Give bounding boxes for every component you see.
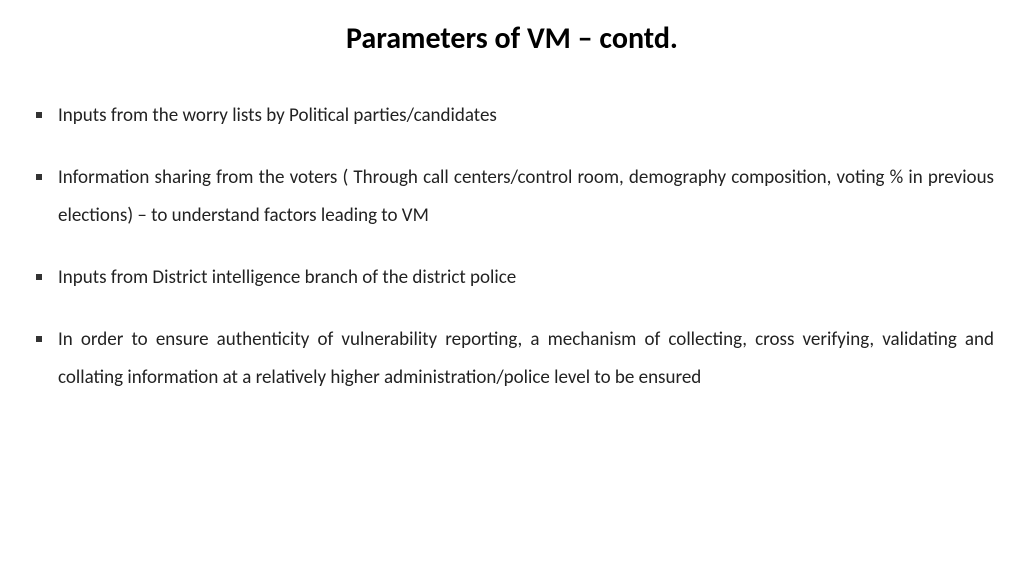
list-item: Inputs from District intelligence branch… <box>30 259 994 297</box>
square-bullet-icon <box>36 274 42 280</box>
list-item: Inputs from the worry lists by Political… <box>30 97 994 135</box>
list-item-text: Inputs from the worry lists by Political… <box>58 104 497 127</box>
list-item-text: Information sharing from the voters ( Th… <box>58 166 994 227</box>
square-bullet-icon <box>36 336 42 342</box>
list-item: Information sharing from the voters ( Th… <box>30 159 994 235</box>
square-bullet-icon <box>36 112 42 118</box>
square-bullet-icon <box>36 174 42 180</box>
list-item: In order to ensure authenticity of vulne… <box>30 321 994 397</box>
bullet-list: Inputs from the worry lists by Political… <box>30 97 994 397</box>
list-item-text: Inputs from District intelligence branch… <box>58 266 516 289</box>
page-title: Parameters of VM – contd. <box>30 20 994 57</box>
list-item-text: In order to ensure authenticity of vulne… <box>58 328 994 389</box>
